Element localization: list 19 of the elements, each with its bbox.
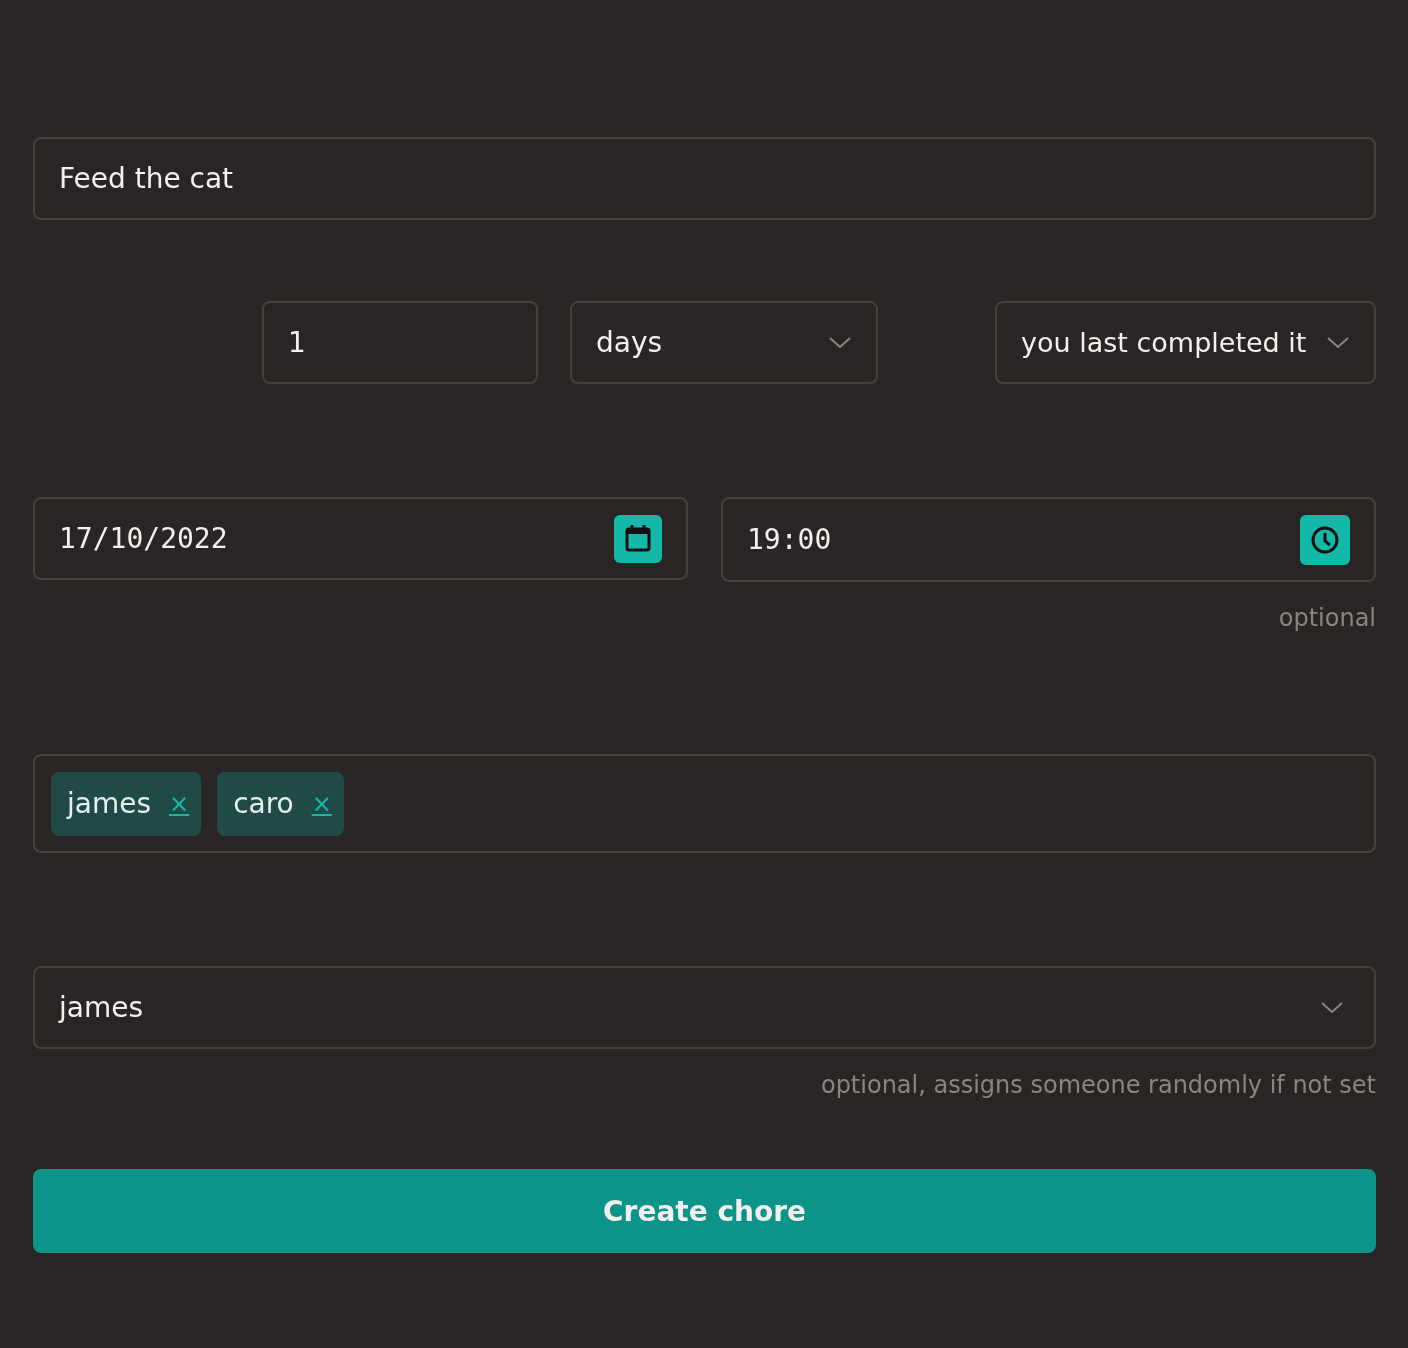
assignee-select[interactable]: james (33, 966, 1376, 1049)
clock-icon[interactable] (1300, 514, 1350, 565)
remove-tag-button[interactable]: × (311, 789, 332, 818)
tag-label: caro (233, 787, 294, 820)
basis-select[interactable]: you last completed it (995, 301, 1376, 384)
time-hint: optional (1278, 604, 1376, 632)
chore-name-field[interactable]: Feed the cat (33, 137, 1376, 220)
date-field[interactable]: 17/10/2022 (33, 497, 688, 580)
tag-label: james (67, 787, 152, 820)
assignee-hint: optional, assigns someone randomly if not set (820, 1071, 1376, 1099)
calendar-icon[interactable] (614, 514, 662, 563)
interval-field[interactable]: 1 (262, 301, 538, 384)
chevron-icon (828, 335, 852, 350)
remove-tag-button[interactable]: × (169, 789, 190, 818)
chevron-icon (1320, 1000, 1344, 1015)
time-field[interactable]: 19:00 (721, 497, 1376, 582)
chevron-icon (1326, 335, 1350, 350)
unit-select[interactable]: days (570, 301, 878, 384)
assignees-field[interactable]: james × caro × (33, 754, 1376, 853)
